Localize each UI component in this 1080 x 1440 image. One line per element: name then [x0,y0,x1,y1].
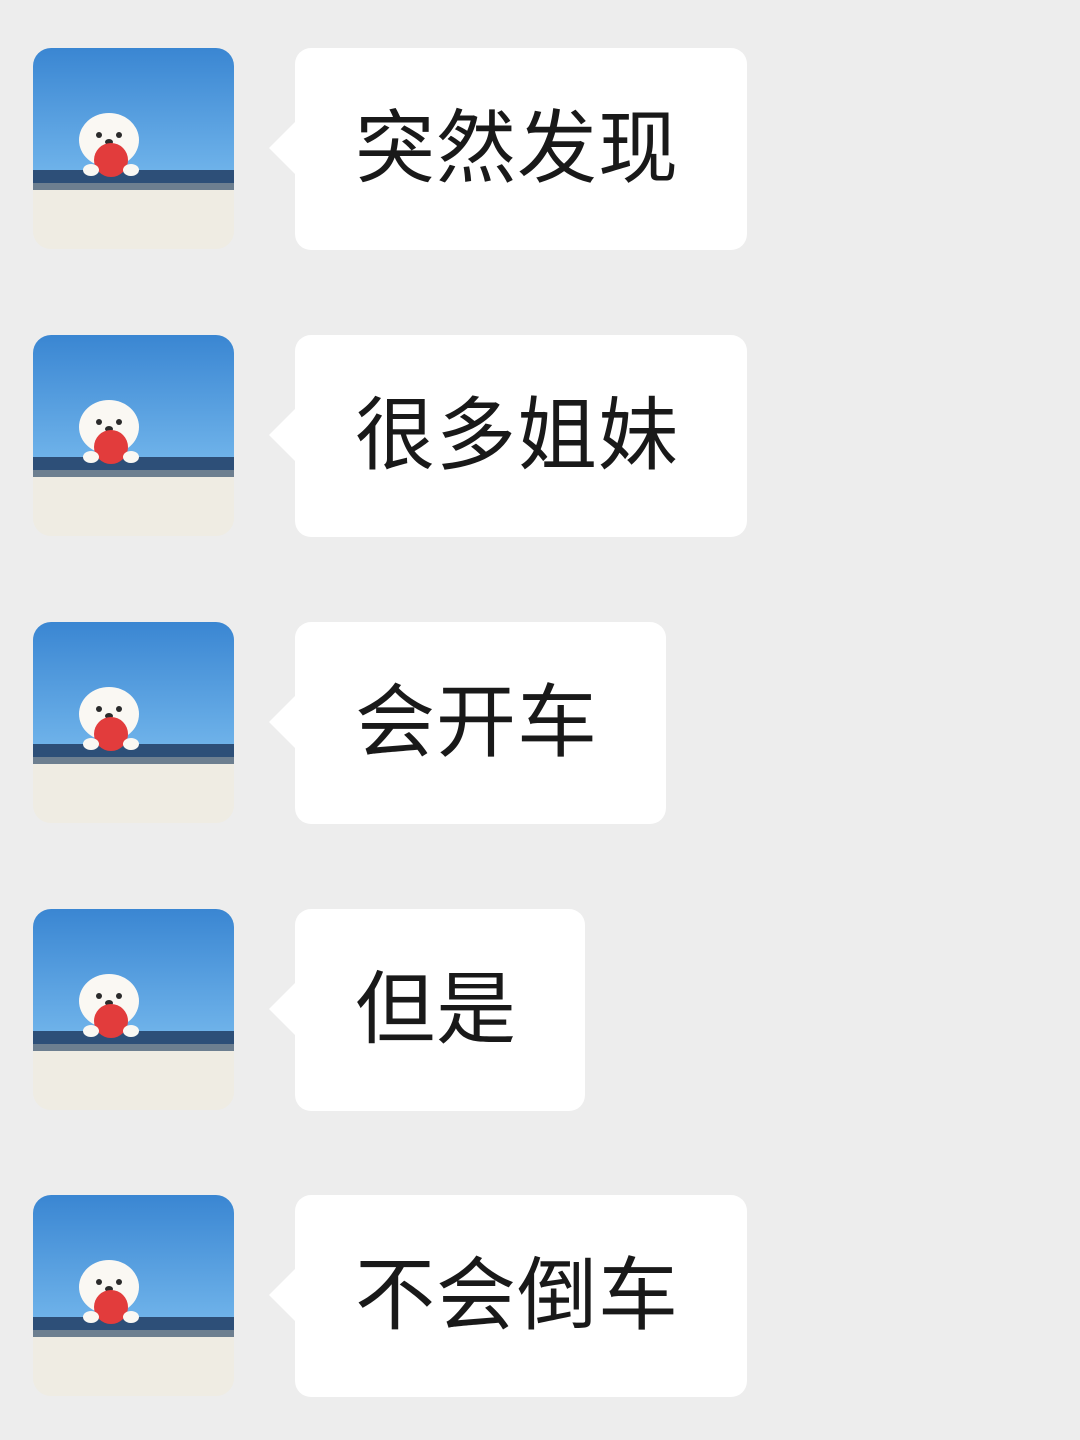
avatar[interactable] [33,1195,234,1396]
message-text: 突然发现 [355,102,679,195]
chat-window: 突然发现 很多姐妹 会开车 但是 不会倒车 [0,0,1080,1440]
chat-message: 会开车 [0,622,1080,826]
chat-message: 但是 [0,909,1080,1113]
bubble-tail [269,121,296,175]
avatar[interactable] [33,48,234,249]
chat-message: 突然发现 [0,48,1080,252]
avatar[interactable] [33,909,234,1110]
puppy-avatar-icon [33,909,234,1110]
bubble-tail [269,982,296,1036]
bubble-tail [269,408,296,462]
message-bubble[interactable]: 突然发现 [269,48,747,250]
message-bubble[interactable]: 但是 [269,909,585,1111]
avatar[interactable] [33,622,234,823]
bubble-tail [269,1268,296,1322]
puppy-avatar-icon [33,48,234,249]
chat-message: 不会倒车 [0,1195,1080,1399]
message-text: 会开车 [355,676,598,769]
message-bubble[interactable]: 很多姐妹 [269,335,747,537]
chat-message: 很多姐妹 [0,335,1080,539]
puppy-avatar-icon [33,335,234,536]
message-text: 不会倒车 [355,1249,679,1342]
puppy-avatar-icon [33,1195,234,1396]
message-bubble[interactable]: 不会倒车 [269,1195,747,1397]
message-bubble[interactable]: 会开车 [269,622,666,824]
bubble-tail [269,695,296,749]
message-text: 但是 [355,963,517,1056]
avatar[interactable] [33,335,234,536]
message-text: 很多姐妹 [355,389,679,482]
puppy-avatar-icon [33,622,234,823]
